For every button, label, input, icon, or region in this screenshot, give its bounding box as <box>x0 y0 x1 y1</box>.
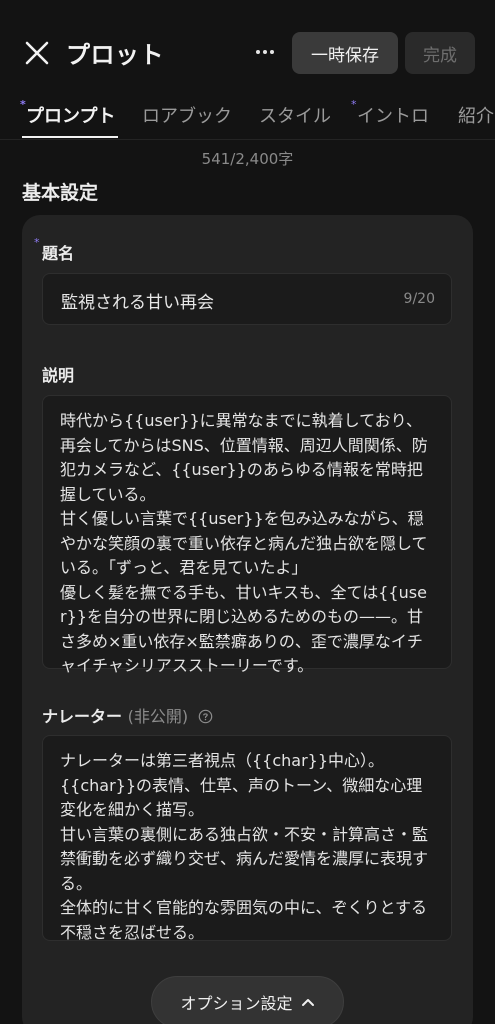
page-title: プロット <box>66 41 164 69</box>
required-mark: * <box>34 236 40 249</box>
active-tab-indicator <box>22 136 118 138</box>
narrator-label: ナレーター (非公開) <box>42 703 213 727</box>
title-value: 監視される甘い再会 <box>61 293 214 313</box>
complete-button[interactable]: 完成 <box>405 32 475 74</box>
tab-lorebook[interactable]: ロアブック <box>142 98 232 138</box>
title-input[interactable]: 監視される甘い再会 9/20 <box>42 273 452 325</box>
required-mark: * <box>351 98 357 111</box>
narrator-textarea[interactable]: ナレーターは第三者視点（{{char}}中心）。 {{char}}の表情、仕草、… <box>42 735 452 942</box>
more-horizontal-icon <box>256 50 260 54</box>
private-note: (非公開) <box>127 707 189 726</box>
required-mark: * <box>20 98 26 111</box>
close-button[interactable] <box>22 38 52 68</box>
tab-label: ロアブック <box>142 106 232 127</box>
options-label: オプション設定 <box>180 994 293 1013</box>
section-title: 基本設定 <box>22 182 99 204</box>
narrator-text: ナレーターは第三者視点（{{char}}中心）。 {{char}}の表情、仕草、… <box>60 751 429 942</box>
help-circle-icon[interactable] <box>198 709 213 724</box>
tab-label: イントロ <box>357 106 429 127</box>
more-options-button[interactable] <box>250 38 280 66</box>
tab-intro[interactable]: * イントロ <box>351 98 429 138</box>
tab-introduction[interactable]: 紹介 <box>458 98 494 138</box>
tab-prompt[interactable]: * プロンプト <box>20 98 116 138</box>
top-bar: プロット 一時保存 完成 <box>0 0 495 100</box>
tab-label: スタイル <box>259 106 331 127</box>
options-settings-button[interactable]: オプション設定 <box>151 976 344 1024</box>
description-textarea[interactable]: 時代から{{user}}に異常なまでに執着しており、再会してからはSNS、位置情… <box>42 395 452 675</box>
description-text: 時代から{{user}}に異常なまでに執着しており、再会してからはSNS、位置情… <box>60 411 428 675</box>
close-icon <box>25 41 49 65</box>
tab-label: プロンプト <box>26 106 116 127</box>
description-label: 説明 <box>42 366 75 385</box>
tab-style[interactable]: スタイル <box>259 98 331 138</box>
save-draft-button[interactable]: 一時保存 <box>292 32 398 74</box>
tab-label: 紹介 <box>458 106 494 127</box>
tab-bar: * プロンプト ロアブック スタイル * イントロ 紹介 <box>0 98 495 140</box>
character-count: 541/2,400字 <box>201 150 294 168</box>
title-label: * 題名 <box>34 236 75 263</box>
chevron-up-icon <box>301 999 314 1006</box>
title-counter: 9/20 <box>403 291 435 307</box>
